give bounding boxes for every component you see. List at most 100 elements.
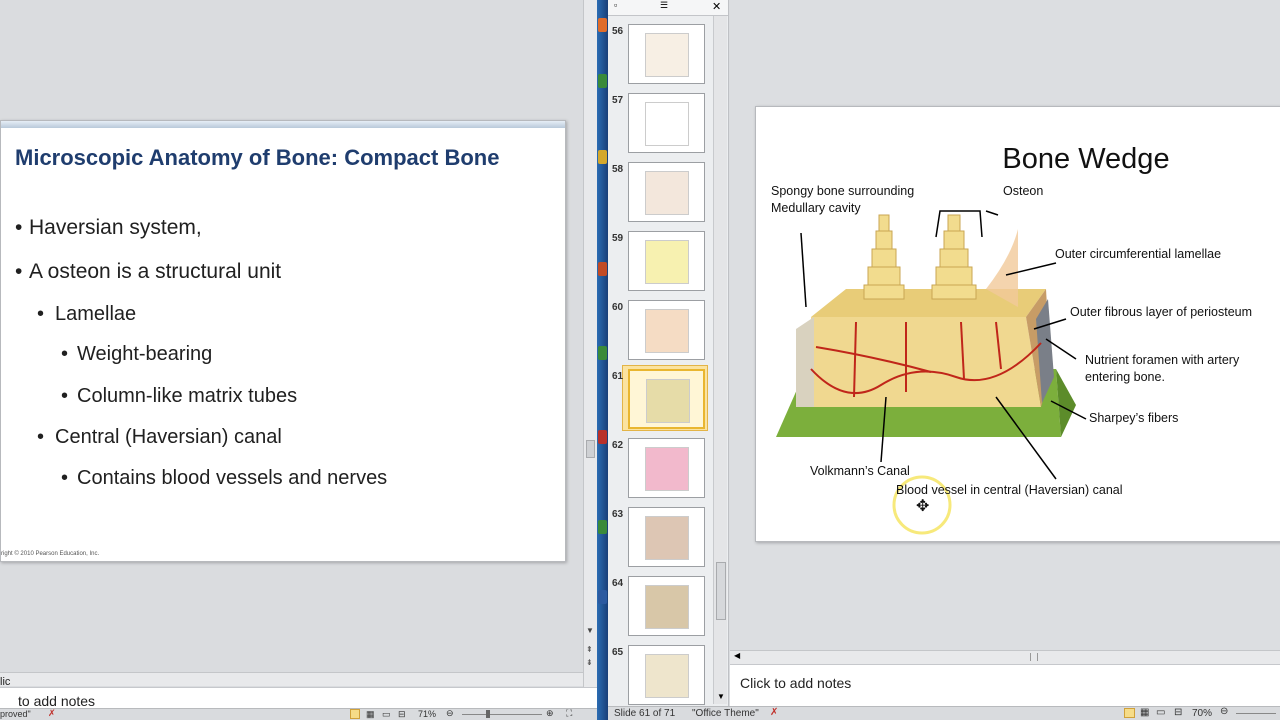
bullet-3: • Lamellae — [37, 303, 137, 325]
left-slide[interactable]: Microscopic Anatomy of Bone: Compact Bon… — [0, 120, 566, 562]
thumbnail-number: 61 — [612, 371, 624, 382]
notes-placeholder: Click to add notes — [740, 675, 852, 691]
thumbnail-image — [645, 33, 689, 77]
bullet-1: • Haversian system, — [15, 216, 202, 239]
right-powerpoint-window: ▫ ☰ ✕ 56 57 58 59 60 61 62 63 64 65 ▼ Bone Wedge — [608, 0, 1280, 720]
zoom-slider-thumb[interactable] — [486, 710, 490, 718]
left-vertical-scrollbar[interactable]: ▼ ⇞ ⇟ — [583, 0, 597, 687]
slideshow-icon[interactable]: ⊟ — [398, 709, 406, 720]
bullet-7: • Contains blood vessels and nerves — [61, 467, 388, 489]
slide-sorter-icon[interactable]: ▦ — [1140, 707, 1149, 718]
thumbnail-image — [645, 447, 689, 491]
zoom-level[interactable]: 71% — [418, 709, 436, 719]
bullet-4: • Weight-bearing — [61, 343, 213, 365]
label-nutrient-foramen: Nutrient foramen with artery entering bon… — [1085, 353, 1240, 384]
thumbnail-image — [645, 240, 689, 284]
zoom-level[interactable]: 70% — [1192, 708, 1212, 719]
slide-thumbnail[interactable] — [628, 300, 705, 360]
thumbnail-number: 56 — [612, 26, 624, 37]
slide-thumbnail[interactable] — [628, 231, 705, 291]
app-icon[interactable] — [598, 430, 607, 444]
label-spongy-bone: Spongy bone surrounding Medullary cavity — [771, 184, 915, 215]
editor-horizontal-scrollbar[interactable]: ◀ — [730, 650, 1280, 664]
slide-thumbnail[interactable] — [628, 24, 705, 84]
bullet-5: • Column-like matrix tubes — [61, 385, 298, 407]
excel-icon[interactable] — [598, 346, 607, 360]
fit-window-icon[interactable]: ⛶ — [566, 708, 572, 719]
thumbnail-image — [645, 585, 689, 629]
app-icon[interactable] — [598, 262, 607, 276]
thumbnail-number: 58 — [612, 164, 624, 175]
slide-sorter-icon[interactable]: ▦ — [366, 709, 375, 720]
taskbar-strip — [597, 0, 608, 720]
slide-header-bar — [1, 121, 565, 128]
slide-thumbnail[interactable] — [628, 576, 705, 636]
label-sharpeys-fibers: Sharpey’s fibers — [1089, 411, 1179, 425]
spellcheck-icon[interactable]: ✗ — [48, 708, 56, 719]
copyright-text: right © 2010 Pearson Education, Inc. — [1, 551, 100, 557]
bullet-6: • Central (Haversian) canal — [37, 426, 282, 448]
slides-tab-icon[interactable]: ▫ — [614, 0, 617, 10]
left-status-bar: proved" ✗ ▦ ▭ ⊟ 71% ⊖ ⊕ ⛶ — [0, 708, 597, 720]
slide-thumbnail[interactable] — [628, 162, 705, 222]
status-bar: Slide 61 of 71 "Office Theme" ✗ ▦ ▭ ⊟ 70… — [608, 706, 1280, 720]
status-text: proved" — [0, 709, 31, 719]
left-powerpoint-window: Microscopic Anatomy of Bone: Compact Bon… — [0, 0, 597, 720]
app-icon[interactable] — [598, 18, 607, 32]
zoom-out-icon[interactable]: ⊖ — [446, 708, 454, 719]
normal-view-icon[interactable] — [1124, 708, 1135, 718]
thumbnail-image — [645, 654, 689, 698]
app-icon[interactable] — [598, 590, 607, 604]
left-horizontal-scrollbar[interactable] — [0, 672, 583, 686]
scroll-left-icon[interactable]: ◀ — [734, 651, 740, 660]
slide-title: Microscopic Anatomy of Bone: Compact Bon… — [15, 145, 500, 170]
slide-editor: Bone Wedge ✥ Spongy bone surrounding Med… — [730, 0, 1280, 650]
label-blood-vessel: Blood vessel in central (Haversian) cana… — [896, 483, 1123, 497]
thumbnail-image — [645, 309, 689, 353]
thumbnail-tabs: ▫ ☰ ✕ — [608, 0, 728, 16]
zoom-in-icon[interactable]: ⊕ — [546, 708, 554, 719]
slide-thumbnail[interactable] — [628, 438, 705, 498]
excel-icon[interactable] — [598, 520, 607, 534]
slide-thumbnail[interactable] — [628, 507, 705, 567]
label-osteon: Osteon — [1003, 184, 1044, 198]
notes-placeholder: to add notes — [18, 693, 96, 709]
thumbnail-number: 64 — [612, 578, 624, 589]
close-pane-icon[interactable]: ✕ — [712, 0, 721, 13]
thumbnail-scrollbar[interactable]: ▼ — [713, 16, 727, 704]
thumbnail-image — [645, 516, 689, 560]
thumbnail-number: 63 — [612, 509, 624, 520]
label-volkmanns-canal: Volkmann’s Canal — [810, 464, 910, 478]
app-icon[interactable] — [598, 150, 607, 164]
spellcheck-icon[interactable]: ✗ — [770, 707, 778, 718]
reading-view-icon[interactable]: ▭ — [1156, 707, 1165, 718]
normal-view-icon[interactable] — [350, 709, 360, 719]
reading-view-icon[interactable]: ▭ — [382, 709, 391, 720]
notes-prefix: lic — [0, 676, 11, 688]
scroll-thumb[interactable] — [716, 562, 726, 620]
slide-thumbnail-pane: ▫ ☰ ✕ 56 57 58 59 60 61 62 63 64 65 ▼ — [608, 0, 729, 706]
excel-icon[interactable] — [598, 74, 607, 88]
slide-thumbnail[interactable] — [628, 93, 705, 153]
slide-thumbnail[interactable] — [628, 369, 705, 429]
slideshow-icon[interactable]: ⊟ — [1174, 707, 1182, 718]
zoom-slider[interactable] — [1236, 713, 1276, 714]
slide-counter: Slide 61 of 71 — [614, 708, 676, 719]
zoom-slider[interactable] — [462, 714, 542, 715]
thumbnail-number: 59 — [612, 233, 624, 244]
slide-thumbnail[interactable] — [628, 645, 705, 705]
thumbnail-number: 57 — [612, 95, 624, 106]
label-outer-circumferential-lamellae: Outer circumferential lamellae — [1055, 247, 1222, 261]
left-notes-pane[interactable]: lic to add notes — [0, 676, 597, 709]
thumbnail-number: 60 — [612, 302, 624, 313]
zoom-out-icon[interactable]: ⊖ — [1220, 706, 1228, 717]
thumbnail-image — [645, 102, 689, 146]
main-slide[interactable]: Bone Wedge ✥ Spongy bone surrounding Med… — [755, 106, 1280, 542]
thumbnail-number: 65 — [612, 647, 624, 658]
scroll-down-icon[interactable]: ▼ — [717, 692, 725, 701]
notes-pane[interactable]: Click to add notes — [730, 664, 1280, 706]
thumbnail-number: 62 — [612, 440, 624, 451]
scroll-thumb[interactable] — [1030, 653, 1038, 661]
outline-tab-icon[interactable]: ☰ — [660, 0, 668, 11]
theme-name[interactable]: "Office Theme" — [692, 708, 759, 719]
